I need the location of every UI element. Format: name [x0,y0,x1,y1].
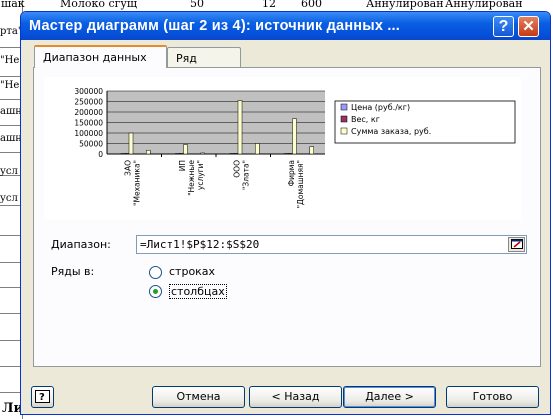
collapse-icon [511,239,523,249]
bar [124,153,130,155]
legend-swatch [340,103,348,111]
bar [146,149,151,155]
x-tick-label: "Злата" [241,160,250,190]
bar [175,153,180,155]
finish-button[interactable]: Готово [446,386,539,408]
radio-circle[interactable] [149,266,162,279]
tab-label: Диапазон данных [43,51,147,64]
sheet-cell: ашн [0,106,22,117]
tab-data-range[interactable]: Диапазон данных [34,45,167,68]
chart-preview: 0 50000 100000 150000 200000 250000 300000 ЗАО "… [44,77,521,220]
range-value: =Лист1!$P$12:$S$20 [140,238,260,251]
y-tick-label: 150000 [74,119,103,128]
y-tick-label: 300000 [74,87,103,96]
close-button[interactable]: ✕ [518,16,539,37]
x-tick-label: ИП [178,160,187,171]
series-in-label: Ряды в: [51,265,95,278]
radio-label: строках [169,265,216,278]
radio-circle[interactable] [149,285,162,298]
chart-svg: 050000100000150000200000250000300000ЗАО "… [74,87,516,208]
grid-line [0,205,22,206]
bar [255,143,260,155]
title-bar[interactable]: Мастер диаграмм (шаг 2 из 4): источник д… [21,12,550,40]
tab-series[interactable]: Ряд [167,47,241,67]
grid-line [0,287,22,288]
grid-line [0,392,22,393]
x-tick-label: Фирма [287,160,296,186]
tab-panel: 0 50000 100000 150000 200000 250000 300000 ЗАО "… [33,67,541,367]
close-icon: ✕ [522,18,535,35]
next-button[interactable]: Далее > [343,386,436,408]
x-tick-label: услуги" [196,160,205,190]
x-tick-label: "Домашняя" [296,160,305,208]
bar [128,132,134,155]
range-label: Диапазон: [51,238,111,251]
grid-line [0,152,22,153]
bar [292,118,297,155]
radio-label: столбцах [169,284,227,299]
y-tick-label: 50000 [79,140,103,149]
sheet-cell: "Не [0,80,20,91]
svg-text:?: ? [39,392,45,403]
help-title-button[interactable]: ? [493,16,514,37]
grid-line [0,125,22,126]
chart-wizard-dialog: Мастер диаграмм (шаг 2 из 4): источник д… [20,11,551,415]
bar [309,146,314,155]
y-tick-label: 100000 [74,129,103,138]
sheet-cell: "Не [0,55,20,66]
legend-entry: Вес, кг [351,115,380,124]
grid-line [0,340,22,341]
bar [183,144,188,155]
bar [120,153,126,155]
help-icon: ? [35,390,50,403]
bar [288,153,293,155]
range-input[interactable]: =Лист1!$P$12:$S$20 [136,235,527,254]
grid-line [0,262,22,263]
tab-label: Ряд [176,52,197,65]
collapse-dialog-button[interactable] [508,237,525,252]
back-button[interactable]: < Назад [249,386,342,408]
sheet-cell: Аннулирован [445,0,523,10]
question-icon: ? [498,18,509,35]
grid-line [0,76,22,77]
legend-entry: Цена (руб./кг) [351,103,410,112]
dialog-title: Мастер диаграмм (шаг 2 из 4): источник д… [29,18,401,34]
bar [200,152,205,155]
sheet-cell: усл [0,166,18,177]
x-tick-label: "Нежные [187,160,196,196]
y-tick-label: 0 [98,150,103,159]
legend-entry: Сумма заказа, руб. [351,127,431,136]
grid-line [0,366,22,367]
bar [229,153,235,155]
bar [237,100,243,155]
legend-swatch [340,115,348,123]
y-tick-label: 250000 [74,98,103,107]
grid-line [0,235,22,236]
sheet-cell: ашн [0,133,22,144]
grid-line [0,99,22,100]
radio-checked-dot [153,289,158,294]
sheet-cell: 12 [262,0,276,10]
bar [284,153,289,155]
sheet-cell: Молоко сгущ [60,0,138,10]
y-tick-label: 200000 [74,108,103,117]
sheet-cell: шак [1,0,25,10]
sheet-cell: Аннулирован [366,0,444,10]
x-tick-label: ЗАО [123,160,132,176]
legend-swatch [340,127,348,135]
grid-line [0,47,22,48]
sheet-cell: усл [0,193,18,204]
cancel-button[interactable]: Отмена [152,386,245,408]
help-button[interactable]: ? [31,386,54,408]
sheet-cell: 600 [301,0,322,10]
x-tick-label: ООО [232,160,241,178]
sheet-cell: 50 [190,0,204,10]
grid-line [0,313,22,314]
bar [179,153,184,155]
bar [233,153,239,155]
x-tick-label: "Механика" [132,160,141,206]
